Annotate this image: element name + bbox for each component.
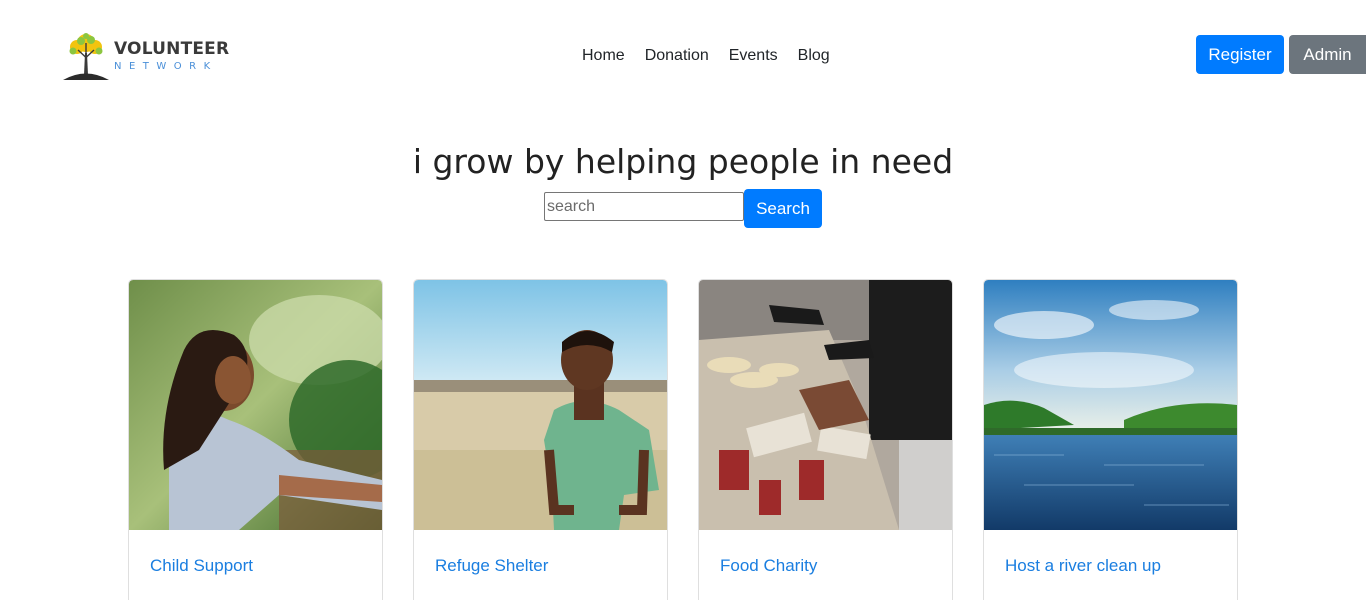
event-card-food-charity[interactable]: Food Charity bbox=[698, 279, 953, 600]
card-title-food-charity[interactable]: Food Charity bbox=[699, 530, 952, 577]
event-card-refuge-shelter[interactable]: Refuge Shelter bbox=[413, 279, 668, 600]
event-card-child-support[interactable]: Child Support bbox=[128, 279, 383, 600]
card-title-river-clean-up[interactable]: Host a river clean up bbox=[984, 530, 1237, 577]
brand-title: VOLUNTEER bbox=[114, 38, 230, 59]
search-button[interactable]: Search bbox=[744, 189, 822, 228]
register-button[interactable]: Register bbox=[1196, 35, 1284, 74]
event-card-river-clean-up[interactable]: Host a river clean up bbox=[983, 279, 1238, 600]
food-distribution-photo[interactable] bbox=[699, 280, 952, 530]
girl-outdoors-photo[interactable] bbox=[129, 280, 382, 530]
card-title-refuge-shelter[interactable]: Refuge Shelter bbox=[414, 530, 667, 577]
search-bar: Search bbox=[544, 189, 822, 228]
brand-logo[interactable]: VOLUNTEER NETWORK bbox=[61, 29, 236, 81]
page-headline: i grow by helping people in need bbox=[412, 142, 954, 181]
river-landscape-photo[interactable] bbox=[984, 280, 1237, 530]
boy-field-photo[interactable] bbox=[414, 280, 667, 530]
brand-subtitle: NETWORK bbox=[114, 60, 218, 72]
nav-events[interactable]: Events bbox=[719, 45, 788, 67]
nav-donation[interactable]: Donation bbox=[635, 45, 719, 67]
nav-blog[interactable]: Blog bbox=[788, 45, 840, 67]
card-title-child-support[interactable]: Child Support bbox=[129, 530, 382, 577]
main-nav: Home Donation Events Blog bbox=[572, 45, 840, 67]
nav-home[interactable]: Home bbox=[572, 45, 635, 67]
search-input[interactable] bbox=[544, 192, 744, 221]
event-cards: Child Support Refuge Shelter Food Charit… bbox=[128, 279, 1238, 600]
admin-button[interactable]: Admin bbox=[1289, 35, 1366, 74]
tree-logo-icon bbox=[63, 33, 109, 80]
